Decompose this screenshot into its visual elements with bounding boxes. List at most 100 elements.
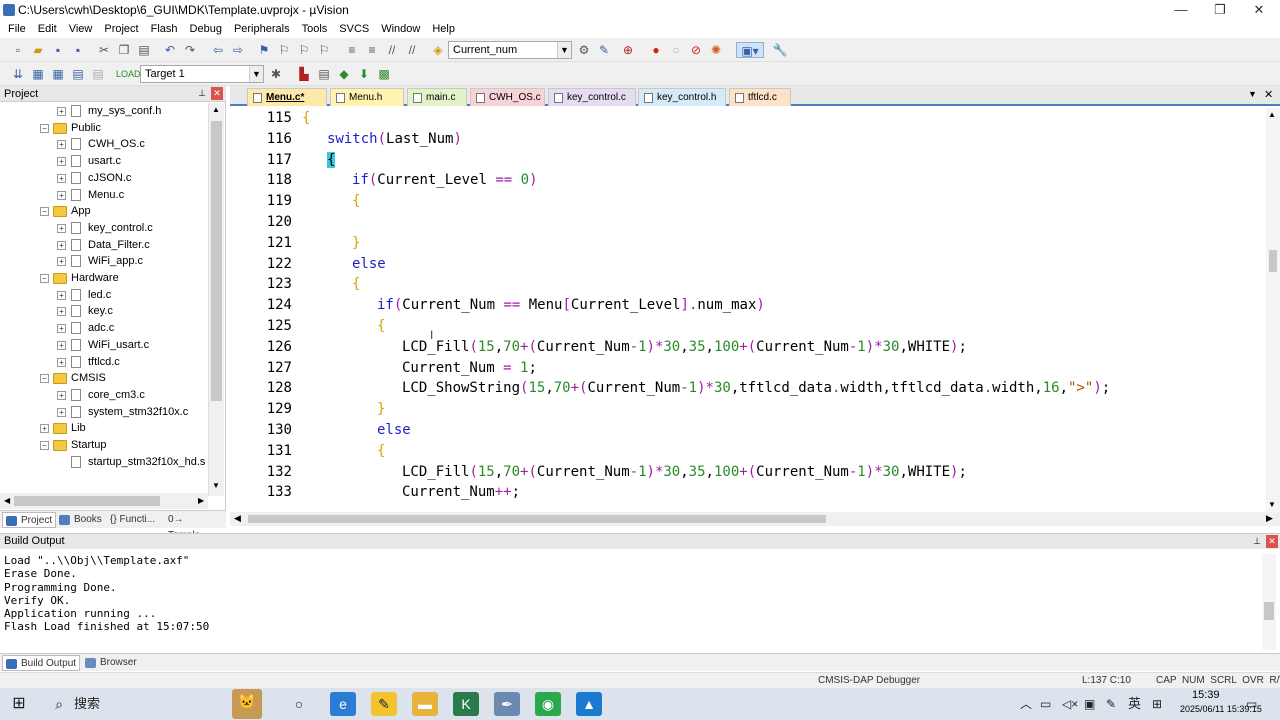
expand-icon[interactable]: + <box>57 407 66 417</box>
expand-icon[interactable]: + <box>57 290 66 300</box>
code-line[interactable]: 126 LCD_Fill(15,70+(Current_Num-1)*30,35,… <box>230 337 1270 358</box>
scroll-thumb[interactable] <box>1264 602 1274 620</box>
stop-build-icon[interactable]: ▤ <box>90 66 106 82</box>
collapse-icon[interactable]: − <box>40 274 49 283</box>
run-time-environment-icon[interactable]: ▩ <box>376 66 392 82</box>
expand-icon[interactable]: + <box>57 107 66 116</box>
menu-view[interactable]: View <box>63 20 99 38</box>
expand-icon[interactable]: + <box>57 357 66 367</box>
wechat-icon[interactable]: ◉ <box>535 692 561 716</box>
save-icon[interactable]: ▪ <box>50 42 66 58</box>
download-icon[interactable]: LOAD <box>116 66 141 82</box>
scroll-left-icon[interactable]: ◀ <box>4 496 10 505</box>
window-layout-icon[interactable]: ▣▾ <box>736 42 764 58</box>
expand-icon[interactable]: + <box>57 390 66 400</box>
editor-tab[interactable]: key_control.h <box>638 88 726 106</box>
code-line[interactable]: 121} <box>230 233 1270 254</box>
tab-functions[interactable]: {} Functi... <box>106 512 162 528</box>
code-line[interactable]: 130 else <box>230 420 1270 441</box>
scroll-up-icon[interactable]: ▲ <box>1268 110 1276 119</box>
menu-edit[interactable]: Edit <box>32 20 63 38</box>
save-all-icon[interactable]: ▪ <box>70 42 86 58</box>
menu-window[interactable]: Window <box>375 20 426 38</box>
menu-debug[interactable]: Debug <box>184 20 228 38</box>
code-line[interactable]: 125 { <box>230 316 1270 337</box>
code-line[interactable]: 124 if(Current_Num == Menu[Current_Level]… <box>230 295 1270 316</box>
scroll-down-icon[interactable]: ▼ <box>1268 500 1276 509</box>
bookmark-prev-icon[interactable]: ⚐ <box>276 42 292 58</box>
code-line[interactable]: 129} <box>230 399 1270 420</box>
maximize-button[interactable]: ❐ <box>1200 0 1240 20</box>
taskbar-search-label[interactable]: 搜索 <box>74 696 100 712</box>
menu-svcs[interactable]: SVCS <box>333 20 375 38</box>
code-line[interactable]: 120 <box>230 212 1270 233</box>
pen-icon[interactable]: ✎ <box>1106 696 1116 712</box>
code-line[interactable]: 117 { <box>230 150 1270 171</box>
feather-app-icon[interactable]: ✒ <box>494 692 520 716</box>
expand-icon[interactable]: + <box>57 340 66 350</box>
build-icon[interactable]: ▦ <box>30 66 46 82</box>
tab-browser[interactable]: Browser <box>82 655 138 671</box>
collapse-icon[interactable]: − <box>40 207 49 217</box>
open-file-icon[interactable]: ▰ <box>30 42 46 58</box>
expand-icon[interactable]: + <box>57 307 66 317</box>
tab-list-icon[interactable]: ▼ <box>1248 89 1257 99</box>
close-button[interactable]: ✕ <box>1239 0 1279 20</box>
code-area[interactable]: 115 {116 switch(Last_Num) 117 {118 if(Current… <box>230 108 1270 512</box>
code-line[interactable]: 131 { <box>230 441 1270 462</box>
nav-forward-icon[interactable]: ⇨ <box>230 42 246 58</box>
photos-app-icon[interactable]: ▲ <box>576 692 602 716</box>
close-icon[interactable]: ✕ <box>1264 88 1273 101</box>
expand-icon[interactable]: + <box>57 190 66 200</box>
editor-tab[interactable]: Menu.h <box>330 88 404 106</box>
build-output-scrollbar[interactable] <box>1262 554 1276 650</box>
clock-time[interactable]: 15:39 <box>1192 689 1220 701</box>
battery-icon[interactable]: ▭ <box>1040 696 1051 712</box>
rebuild-icon[interactable]: ▦ <box>50 66 66 82</box>
ime-grid-icon[interactable]: ⊞ <box>1152 696 1162 712</box>
chevron-down-icon[interactable]: ▼ <box>557 42 571 58</box>
scroll-right-icon[interactable]: ▶ <box>1266 513 1273 524</box>
chevron-down-icon[interactable]: ▼ <box>249 66 263 82</box>
cut-icon[interactable]: ✂ <box>96 42 112 58</box>
collapse-icon[interactable]: − <box>40 374 49 384</box>
editor-tab[interactable]: Menu.c* <box>247 88 327 106</box>
batch-build-icon[interactable]: ▤ <box>70 66 86 82</box>
ime-indicator[interactable]: 英 <box>1128 696 1141 712</box>
scroll-down-icon[interactable]: ▼ <box>212 481 220 490</box>
pin-icon[interactable]: ⊥ <box>196 87 208 100</box>
keil-uvision-icon[interactable]: K <box>453 692 479 716</box>
code-line[interactable]: 128 LCD_ShowString(15,70+(Current_Num-1)*… <box>230 378 1270 399</box>
expand-icon[interactable]: + <box>57 140 66 150</box>
editor-tab[interactable]: tftlcd.c <box>729 88 791 106</box>
tab-project[interactable]: Project <box>2 512 56 528</box>
debug-session-icon[interactable]: ⊕ <box>620 42 636 58</box>
bookmark-clear-icon[interactable]: ⚐ <box>316 42 332 58</box>
menu-flash[interactable]: Flash <box>145 20 184 38</box>
network-icon[interactable]: ▣ <box>1084 696 1095 712</box>
expand-icon[interactable]: + <box>57 157 66 167</box>
indent-icon[interactable]: ≡ <box>344 42 360 58</box>
menu-help[interactable]: Help <box>426 20 461 38</box>
code-line[interactable]: 116 switch(Last_Num) <box>230 129 1270 150</box>
code-line[interactable]: 132 LCD_Fill(15,70+(Current_Num-1)*30,35,… <box>230 462 1270 483</box>
file-extensions-icon[interactable]: ▙ <box>296 66 312 82</box>
bookmark-icon[interactable]: ⚑ <box>256 42 272 58</box>
scroll-left-icon[interactable]: ◀ <box>234 513 241 524</box>
menu-tools[interactable]: Tools <box>296 20 334 38</box>
scroll-thumb[interactable] <box>1269 250 1277 272</box>
task-view-icon[interactable]: ○ <box>286 692 312 716</box>
disable-breakpoint-icon[interactable]: ○ <box>668 42 684 58</box>
minimize-button[interactable]: — <box>1161 0 1201 20</box>
editor-tab[interactable]: main.c <box>407 88 467 106</box>
code-line[interactable]: 133 Current_Num++; <box>230 482 1270 503</box>
menu-file[interactable]: File <box>2 20 32 38</box>
tab-build-output[interactable]: Build Output <box>2 655 80 671</box>
expand-icon[interactable]: + <box>40 424 49 434</box>
uncomment-icon[interactable]: // <box>404 42 420 58</box>
project-tree-scrollbar[interactable]: ▲ ▼ <box>208 103 224 496</box>
tab-templates[interactable]: 0→ Templa... <box>164 512 224 541</box>
code-line[interactable]: 123 { <box>230 274 1270 295</box>
code-line[interactable]: 122 else <box>230 254 1270 275</box>
search-icon[interactable]: ⌕ <box>46 692 72 716</box>
